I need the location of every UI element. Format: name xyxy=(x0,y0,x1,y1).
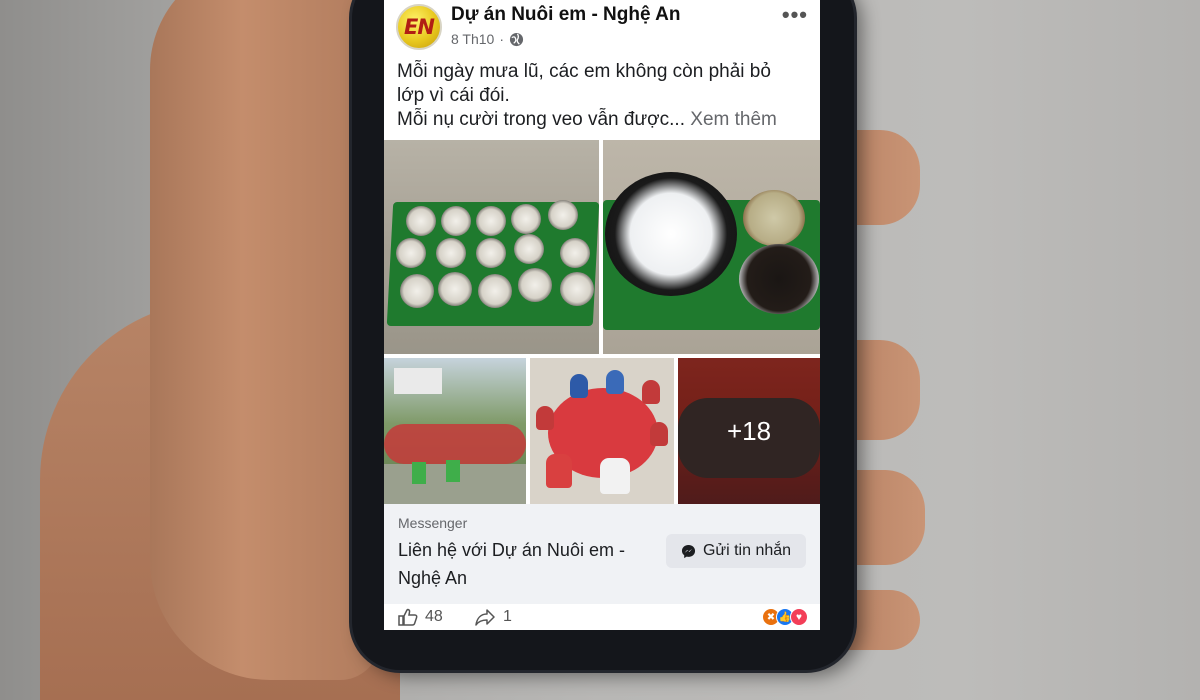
bowl xyxy=(518,268,552,302)
child xyxy=(536,406,554,430)
more-dots-icon[interactable]: ••• xyxy=(782,2,808,28)
rice-pot xyxy=(605,172,737,296)
photo-outdoor-lunch[interactable] xyxy=(384,358,526,504)
school-building xyxy=(394,368,442,394)
bowl xyxy=(514,234,544,264)
dining-group xyxy=(384,424,526,464)
bowl xyxy=(560,272,594,306)
post-text-line: Mỗi nụ cười trong veo vẫn được... Xem th… xyxy=(397,109,777,130)
like-count[interactable]: 48 xyxy=(398,608,443,626)
child xyxy=(650,422,668,446)
send-message-button[interactable]: Gửi tin nhắn xyxy=(666,534,806,568)
reaction-icons[interactable]: ✖ 👍 ♥ xyxy=(762,608,808,626)
child xyxy=(606,370,624,394)
see-more-link[interactable]: Xem thêm xyxy=(690,109,777,130)
child xyxy=(546,454,572,488)
post-footer: 48 1 ✖ 👍 ♥ xyxy=(384,604,820,630)
photo-pots[interactable] xyxy=(603,140,820,354)
photo-more[interactable]: +18 xyxy=(678,358,820,504)
bowl xyxy=(476,238,506,268)
cta-title: Liên hệ với Dự án Nuôi em - Nghệ An xyxy=(398,540,625,588)
chair xyxy=(412,462,426,484)
bowl xyxy=(511,204,541,234)
bowl xyxy=(436,238,466,268)
like-icon xyxy=(398,608,418,626)
globe-icon xyxy=(509,32,524,46)
photo-kids-table[interactable] xyxy=(530,358,674,504)
facebook-post: EN Dự án Nuôi em - Nghệ An 8 Th10 · ••• … xyxy=(384,0,820,630)
bowl xyxy=(438,272,472,306)
messenger-icon xyxy=(681,544,696,558)
share-count-value: 1 xyxy=(503,608,512,625)
chair xyxy=(446,460,460,482)
more-photos-count: +18 xyxy=(726,415,772,446)
post-text-line: lớp vì cái đói. xyxy=(397,85,510,106)
child xyxy=(570,374,588,398)
like-count-value: 48 xyxy=(425,608,443,625)
soup-pot xyxy=(739,244,819,314)
bowl xyxy=(478,274,512,308)
child xyxy=(600,458,630,494)
bowl xyxy=(406,206,436,236)
post-text-line: Mỗi ngày mưa lũ, các em không còn phải b… xyxy=(397,61,771,82)
hand-thumb xyxy=(150,0,380,680)
post-text: Mỗi ngày mưa lũ, các em không còn phải b… xyxy=(397,60,807,132)
post-header: EN Dự án Nuôi em - Nghệ An 8 Th10 · ••• xyxy=(384,0,820,56)
bowl xyxy=(396,238,426,268)
send-message-label: Gửi tin nhắn xyxy=(702,542,792,559)
bowl xyxy=(560,238,590,268)
bowl xyxy=(400,274,434,308)
bowl xyxy=(548,200,578,230)
more-photos-overlay: +18 xyxy=(678,358,820,504)
bowl xyxy=(476,206,506,236)
page-avatar[interactable]: EN xyxy=(396,4,442,50)
food-pot xyxy=(743,190,805,246)
page-name[interactable]: Dự án Nuôi em - Nghệ An xyxy=(451,4,680,26)
cta-source: Messenger xyxy=(398,515,468,531)
post-date[interactable]: 8 Th10 xyxy=(451,31,494,47)
meta-separator: · xyxy=(499,31,505,47)
photo-bowls[interactable] xyxy=(384,140,599,354)
child xyxy=(642,380,660,404)
share-count[interactable]: 1 xyxy=(474,608,512,626)
post-meta: 8 Th10 · xyxy=(451,31,524,47)
bowl xyxy=(441,206,471,236)
messenger-cta[interactable]: Messenger Liên hệ với Dự án Nuôi em - Ng… xyxy=(384,504,820,604)
share-icon xyxy=(475,609,495,626)
avatar-logo-text: EN xyxy=(404,15,435,39)
love-reaction-icon: ♥ xyxy=(790,608,808,626)
